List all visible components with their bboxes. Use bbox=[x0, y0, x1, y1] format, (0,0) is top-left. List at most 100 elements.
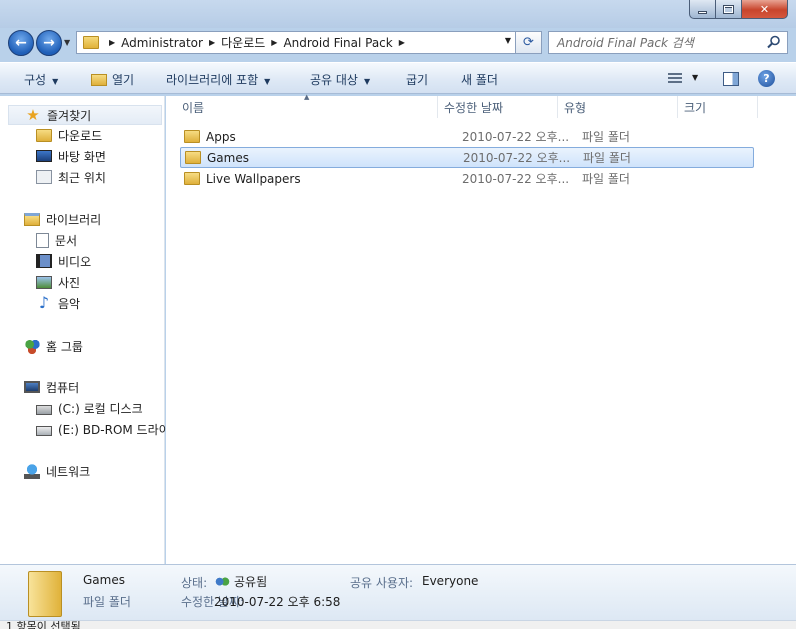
breadcrumb-android-final-pack[interactable]: Android Final Pack bbox=[283, 36, 392, 50]
breadcrumb-downloads[interactable]: 다운로드 bbox=[221, 34, 265, 51]
sidebar-label: 음악 bbox=[58, 296, 81, 311]
chevron-right-icon[interactable]: ▶ bbox=[399, 38, 405, 47]
sidebar-label: 비디오 bbox=[58, 254, 92, 269]
command-bar: 구성 ▼ 열기 라이브러리에 포함 ▼ 공유 대상 ▼ 굽기 새 폴더 ▼ ? bbox=[0, 62, 796, 94]
library-icon bbox=[24, 212, 40, 226]
sidebar-item-videos[interactable]: 비디오 bbox=[36, 251, 91, 271]
close-icon: ✕ bbox=[759, 2, 770, 16]
details-shared-users-label: 공유 사용자: bbox=[350, 576, 414, 590]
sidebar-item-desktop[interactable]: 바탕 화면 bbox=[36, 146, 106, 166]
recent-pages-dropdown[interactable]: ▼ bbox=[64, 38, 70, 47]
views-dropdown[interactable]: ▼ bbox=[692, 73, 698, 82]
desktop-icon bbox=[36, 150, 52, 162]
sidebar-item-network[interactable]: 네트워크 bbox=[24, 461, 90, 481]
file-list: ▲ 이름 수정한 날짜 유형 크기 Apps 2010-07-22 오후... … bbox=[166, 93, 796, 564]
column-label: 수정한 날짜 bbox=[444, 100, 504, 115]
address-bar[interactable]: ▶ Administrator ▶ 다운로드 ▶ Android Final P… bbox=[76, 31, 516, 54]
file-row[interactable]: Live Wallpapers 2010-07-22 오후... 파일 폴더 bbox=[180, 168, 754, 189]
sidebar-label: 즐겨찾기 bbox=[47, 108, 92, 123]
sidebar-item-documents[interactable]: 문서 bbox=[36, 230, 77, 250]
minimize-button[interactable] bbox=[689, 0, 716, 19]
file-name: Apps bbox=[206, 129, 236, 144]
column-label: 이름 bbox=[182, 100, 205, 115]
sidebar-label: (C:) 로컬 디스크 bbox=[58, 401, 143, 416]
help-icon[interactable]: ? bbox=[758, 70, 775, 87]
music-icon: ♪ bbox=[38, 293, 50, 312]
file-date: 2010-07-22 오후... bbox=[462, 172, 570, 186]
breadcrumb-administrator[interactable]: Administrator bbox=[121, 36, 203, 50]
folder-icon bbox=[185, 151, 201, 164]
chevron-right-icon[interactable]: ▶ bbox=[209, 38, 215, 47]
optical-drive-icon bbox=[36, 426, 52, 436]
search-icon[interactable] bbox=[767, 35, 781, 49]
caret-down-icon: ▼ bbox=[52, 77, 59, 86]
sidebar-item-local-disk-c[interactable]: (C:) 로컬 디스크 bbox=[36, 398, 143, 418]
search-input[interactable]: Android Final Pack 검색 bbox=[548, 31, 788, 54]
column-header-type[interactable]: 유형 bbox=[558, 96, 678, 118]
minimize-icon bbox=[698, 10, 707, 14]
include-library-button[interactable]: 라이브러리에 포함 ▼ bbox=[166, 71, 270, 88]
sidebar-item-favorites[interactable]: ★ 즐겨찾기 bbox=[8, 105, 162, 125]
file-type: 파일 폴더 bbox=[582, 172, 630, 186]
forward-button[interactable]: → bbox=[36, 30, 62, 56]
sidebar-item-computer[interactable]: 컴퓨터 bbox=[24, 377, 79, 397]
open-button[interactable]: 열기 bbox=[91, 71, 134, 88]
caret-down-icon: ▼ bbox=[264, 77, 271, 86]
document-icon bbox=[36, 232, 49, 248]
maximize-button[interactable] bbox=[716, 0, 742, 19]
folder-icon bbox=[184, 130, 200, 143]
new-folder-button[interactable]: 새 폴더 bbox=[461, 71, 498, 88]
close-button[interactable]: ✕ bbox=[742, 0, 788, 19]
sidebar-item-music[interactable]: ♪ 음악 bbox=[36, 293, 80, 313]
homegroup-icon bbox=[24, 338, 40, 354]
open-label: 열기 bbox=[112, 73, 135, 87]
column-header-name[interactable]: 이름 bbox=[176, 96, 438, 118]
sidebar-item-pictures[interactable]: 사진 bbox=[36, 272, 80, 292]
caret-down-icon: ▼ bbox=[363, 77, 371, 86]
maximize-icon bbox=[723, 4, 734, 14]
hard-drive-icon bbox=[36, 405, 52, 415]
refresh-icon: ⟳ bbox=[523, 35, 534, 50]
column-label: 유형 bbox=[564, 100, 587, 115]
window-controls: ✕ bbox=[689, 0, 788, 19]
video-icon bbox=[36, 254, 52, 268]
folder-icon bbox=[83, 36, 99, 49]
chevron-right-icon[interactable]: ▶ bbox=[271, 38, 277, 47]
burn-button[interactable]: 굽기 bbox=[406, 71, 428, 88]
shared-users-icon bbox=[214, 575, 230, 590]
sidebar-label: (E:) BD-ROM 드라이 bbox=[58, 422, 170, 437]
address-dropdown[interactable]: ▼ bbox=[505, 36, 511, 45]
sidebar-item-bd-rom-e[interactable]: (E:) BD-ROM 드라이 bbox=[36, 419, 170, 439]
column-header-size[interactable]: 크기 bbox=[678, 96, 758, 118]
sidebar-item-recent-places[interactable]: 최근 위치 bbox=[36, 167, 106, 187]
organize-button[interactable]: 구성 ▼ bbox=[24, 71, 58, 88]
sidebar-label: 최근 위치 bbox=[58, 170, 106, 185]
back-button[interactable]: ← bbox=[8, 30, 34, 56]
chevron-right-icon[interactable]: ▶ bbox=[109, 38, 115, 47]
sidebar-label: 네트워크 bbox=[46, 464, 91, 479]
preview-pane-icon[interactable] bbox=[723, 72, 739, 86]
share-with-button[interactable]: 공유 대상 ▼ bbox=[310, 71, 370, 88]
organize-label: 구성 bbox=[24, 73, 47, 87]
file-name: Games bbox=[207, 150, 249, 165]
downloads-folder-icon bbox=[36, 128, 52, 142]
navigation-pane: ★ 즐겨찾기 다운로드 바탕 화면 최근 위치 라이브러리 문서 비디오 사진 … bbox=[0, 96, 170, 564]
sidebar-item-homegroup[interactable]: 홈 그룹 bbox=[24, 336, 83, 356]
picture-icon bbox=[36, 275, 52, 289]
share-with-label: 공유 대상 bbox=[310, 73, 358, 87]
views-icon[interactable] bbox=[668, 73, 682, 84]
sidebar-label: 홈 그룹 bbox=[46, 339, 83, 354]
burn-label: 굽기 bbox=[406, 73, 429, 87]
file-row-selected[interactable]: Games 2010-07-22 오후... 파일 폴더 bbox=[180, 147, 754, 168]
details-state-label: 상태: bbox=[181, 576, 208, 590]
refresh-button[interactable]: ⟳ bbox=[516, 31, 542, 54]
open-folder-icon bbox=[91, 73, 107, 86]
sidebar-item-libraries[interactable]: 라이브러리 bbox=[24, 209, 101, 229]
column-header-date[interactable]: 수정한 날짜 bbox=[438, 96, 558, 118]
arrow-left-icon: ← bbox=[15, 35, 27, 51]
sidebar-item-downloads[interactable]: 다운로드 bbox=[36, 125, 102, 145]
file-row[interactable]: Apps 2010-07-22 오후... 파일 폴더 bbox=[180, 126, 754, 147]
sidebar-label: 라이브러리 bbox=[46, 212, 102, 227]
large-folder-icon bbox=[28, 571, 62, 617]
file-date: 2010-07-22 오후... bbox=[462, 130, 570, 144]
